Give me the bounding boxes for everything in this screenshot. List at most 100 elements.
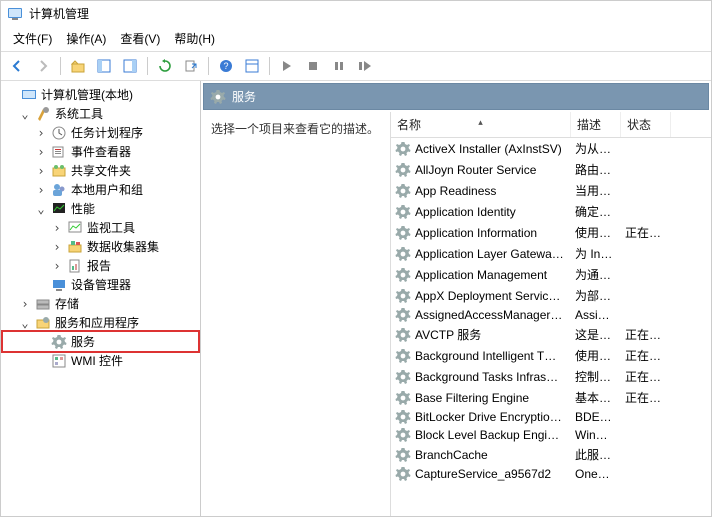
restart-button[interactable] <box>353 55 377 77</box>
navigation-tree[interactable]: 计算机管理(本地) ⌄系统工具 ›任务计划程序 ›事件查看器 ›共享文件夹 ›本… <box>1 81 201 516</box>
service-name: Base Filtering Engine <box>415 390 575 406</box>
service-row[interactable]: Application Layer Gatewa…为 In… <box>391 243 711 264</box>
service-status: 正在… <box>625 388 675 407</box>
service-desc: 路由… <box>575 160 625 179</box>
service-row[interactable]: Block Level Backup Engi…Win… <box>391 426 711 444</box>
service-row[interactable]: App Readiness当用… <box>391 180 711 201</box>
description-pane: 选择一个项目来查看它的描述。 <box>201 112 391 516</box>
service-name: AVCTP 服务 <box>415 325 575 344</box>
tree-monitor-tools[interactable]: ›监视工具 <box>3 218 198 237</box>
service-row[interactable]: Base Filtering Engine基本…正在… <box>391 387 711 408</box>
service-name: Application Management <box>415 267 575 283</box>
service-row[interactable]: BranchCache此服… <box>391 444 711 465</box>
service-row[interactable]: CaptureService_a9567d2One… <box>391 465 711 483</box>
service-status <box>625 274 675 276</box>
service-gear-icon <box>395 369 411 385</box>
service-name: BranchCache <box>415 447 575 463</box>
help-button[interactable]: ? <box>214 55 238 77</box>
show-hide-tree-button[interactable] <box>92 55 116 77</box>
toolbar-separator <box>147 57 148 75</box>
tree-root[interactable]: 计算机管理(本地) <box>3 85 198 104</box>
service-gear-icon <box>395 162 411 178</box>
service-status: 正在… <box>625 223 675 242</box>
tree-services[interactable]: 服务 <box>3 332 198 351</box>
service-desc: 使用… <box>575 223 625 242</box>
tree-data-collector[interactable]: ›数据收集器集 <box>3 237 198 256</box>
service-desc: 控制… <box>575 367 625 386</box>
title-bar: 计算机管理 <box>1 1 711 26</box>
tree-local-users[interactable]: ›本地用户和组 <box>3 180 198 199</box>
service-name: AllJoyn Router Service <box>415 162 575 178</box>
service-desc: One… <box>575 466 625 482</box>
tree-event-viewer[interactable]: ›事件查看器 <box>3 142 198 161</box>
column-status[interactable]: 状态 <box>621 112 671 137</box>
tree-system-tools[interactable]: ⌄系统工具 <box>3 104 198 123</box>
service-status <box>625 434 675 436</box>
service-status: 正在… <box>625 367 675 386</box>
forward-button[interactable] <box>31 55 55 77</box>
service-desc: 为 In… <box>575 244 625 263</box>
app-icon <box>7 6 23 22</box>
service-status <box>625 169 675 171</box>
toolbar: ? <box>1 52 711 81</box>
service-gear-icon <box>395 447 411 463</box>
tree-services-apps[interactable]: ⌄服务和应用程序 <box>3 313 198 332</box>
tree-reports[interactable]: ›报告 <box>3 256 198 275</box>
export-button[interactable] <box>179 55 203 77</box>
column-desc[interactable]: 描述 <box>571 112 621 137</box>
detail-panel: 服务 选择一个项目来查看它的描述。 名称▴ 描述 状态 ActiveX Inst… <box>201 81 711 516</box>
service-row[interactable]: Background Intelligent T…使用…正在… <box>391 345 711 366</box>
service-row[interactable]: Application Information使用…正在… <box>391 222 711 243</box>
service-row[interactable]: Application Identity确定… <box>391 201 711 222</box>
service-gear-icon <box>395 409 411 425</box>
tree-wmi[interactable]: WMI 控件 <box>3 351 198 370</box>
refresh-button[interactable] <box>153 55 177 77</box>
properties-button[interactable] <box>240 55 264 77</box>
service-row[interactable]: ActiveX Installer (AxInstSV)为从… <box>391 138 711 159</box>
window-title: 计算机管理 <box>29 5 89 22</box>
service-row[interactable]: Application Management为通… <box>391 264 711 285</box>
service-name: Background Intelligent T… <box>415 348 575 364</box>
service-row[interactable]: Background Tasks Infras…控制…正在… <box>391 366 711 387</box>
service-name: Block Level Backup Engi… <box>415 427 575 443</box>
pause-button[interactable] <box>327 55 351 77</box>
service-name: Application Identity <box>415 204 575 220</box>
tree-storage[interactable]: ›存储 <box>3 294 198 313</box>
service-row[interactable]: AVCTP 服务这是…正在… <box>391 324 711 345</box>
menu-help[interactable]: 帮助(H) <box>168 28 221 49</box>
panel-header: 服务 <box>203 83 709 110</box>
menu-view[interactable]: 查看(V) <box>114 28 166 49</box>
toolbar-separator <box>208 57 209 75</box>
up-button[interactable] <box>66 55 90 77</box>
service-row[interactable]: AllJoyn Router Service路由… <box>391 159 711 180</box>
service-gear-icon <box>395 225 411 241</box>
service-row[interactable]: AssignedAccessManager…Assi… <box>391 306 711 324</box>
tree-performance[interactable]: ⌄性能 <box>3 199 198 218</box>
service-desc: BDE… <box>575 409 625 425</box>
menu-file[interactable]: 文件(F) <box>7 28 58 49</box>
gear-icon <box>210 89 226 105</box>
service-row[interactable]: AppX Deployment Servic…为部… <box>391 285 711 306</box>
service-list[interactable]: ActiveX Installer (AxInstSV)为从…AllJoyn R… <box>391 138 711 516</box>
service-status <box>625 473 675 475</box>
back-button[interactable] <box>5 55 29 77</box>
service-status <box>625 416 675 418</box>
stop-button[interactable] <box>301 55 325 77</box>
tree-device-manager[interactable]: 设备管理器 <box>3 275 198 294</box>
start-button[interactable] <box>275 55 299 77</box>
tree-task-scheduler[interactable]: ›任务计划程序 <box>3 123 198 142</box>
service-row[interactable]: BitLocker Drive Encryptio…BDE… <box>391 408 711 426</box>
service-gear-icon <box>395 267 411 283</box>
service-desc: 使用… <box>575 346 625 365</box>
column-name[interactable]: 名称▴ <box>391 112 571 137</box>
service-status <box>625 295 675 297</box>
service-gear-icon <box>395 307 411 323</box>
service-desc: Win… <box>575 427 625 443</box>
menu-action[interactable]: 操作(A) <box>60 28 112 49</box>
tree-shared-folders[interactable]: ›共享文件夹 <box>3 161 198 180</box>
service-name: ActiveX Installer (AxInstSV) <box>415 141 575 157</box>
toolbar-separator <box>269 57 270 75</box>
service-name: Background Tasks Infras… <box>415 369 575 385</box>
service-desc: 为从… <box>575 139 625 158</box>
show-hide-action-button[interactable] <box>118 55 142 77</box>
